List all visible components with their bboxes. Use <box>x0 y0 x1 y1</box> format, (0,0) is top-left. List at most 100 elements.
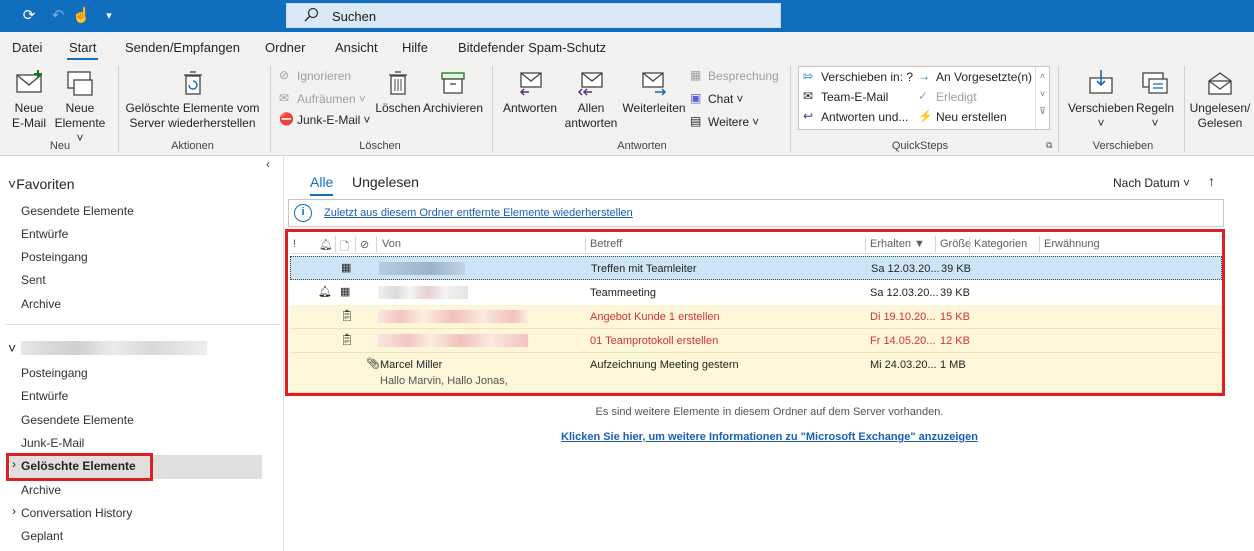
unread-read-button[interactable]: Ungelesen/ Gelesen <box>1188 68 1252 131</box>
separator <box>5 324 280 325</box>
archive-label: Archivieren <box>422 101 484 115</box>
more-label: Weitere <box>708 114 750 129</box>
sort-direction-icon[interactable]: ↑ <box>1208 173 1215 189</box>
reply-button[interactable]: Antworten <box>500 68 560 116</box>
chevron-down-icon[interactable]: ˅ <box>8 340 16 356</box>
separator <box>1184 66 1185 152</box>
scroll-down-icon[interactable]: ˅ <box>1036 89 1049 99</box>
filter-tab-unread[interactable]: Ungelesen <box>352 174 419 190</box>
chevron-down-icon: ˅ <box>752 114 760 129</box>
rules-label: Regeln <box>1135 101 1175 115</box>
reply-all-label-1: Allen <box>577 101 605 115</box>
fav-item-archive[interactable]: Archive <box>21 297 61 311</box>
quickstep-move-to-label: Verschieben in: ? <box>821 69 914 84</box>
calendar-icon: ▦ <box>690 68 702 82</box>
quickstep-reply-delete[interactable]: ↩ Antworten und... <box>803 109 908 124</box>
cleanup-button[interactable]: ✉ Aufräumen ˅ <box>279 91 366 106</box>
undo-icon[interactable]: ↶ <box>49 7 67 25</box>
favorites-header-label: Favoriten <box>16 176 75 192</box>
folder-pane: ‹ ˅Favoriten Gesendete Elemente Entwürfe… <box>0 157 284 551</box>
checkmark-icon: ✓ <box>918 89 929 103</box>
archive-button[interactable]: Archivieren <box>422 68 484 116</box>
separator <box>790 66 791 152</box>
tab-start[interactable]: Start <box>66 40 99 61</box>
junk-icon: ⛔ <box>279 112 294 126</box>
highlight-box-messages <box>285 229 1225 396</box>
fav-item-drafts[interactable]: Entwürfe <box>21 227 68 241</box>
sidebar-item-sent-items[interactable]: Gesendete Elemente <box>21 413 134 427</box>
chevron-down-icon: ˅ <box>736 91 744 106</box>
quicksteps-scrollbar[interactable]: ˄ ˅ ⊽ <box>1035 67 1049 129</box>
chevron-right-icon[interactable]: › <box>12 504 16 518</box>
collapse-pane-icon[interactable]: ‹ <box>266 157 270 171</box>
delete-button[interactable]: Löschen <box>374 68 422 116</box>
quickstep-team-email[interactable]: ✉ Team-E-Mail <box>803 89 888 104</box>
favorites-header[interactable]: ˅Favoriten <box>8 176 75 192</box>
tab-datei[interactable]: Datei <box>12 40 42 55</box>
fav-item-sent-items[interactable]: Gesendete Elemente <box>21 204 134 218</box>
quickstep-to-manager[interactable]: → An Vorgesetzte(n) <box>918 69 1032 84</box>
sidebar-item-conversation-history[interactable]: Conversation History <box>21 506 132 520</box>
quickstep-done[interactable]: ✓ Erledigt <box>918 89 977 104</box>
open-envelope-icon <box>1208 72 1232 95</box>
search-box[interactable]: Suchen <box>286 3 781 28</box>
chevron-down-icon: ˅ <box>76 131 84 145</box>
separator <box>270 66 271 152</box>
quickstep-create-new[interactable]: ⚡ Neu erstellen <box>918 109 1007 124</box>
recover-trash-icon <box>183 71 202 95</box>
group-label-aktionen: Aktionen <box>171 140 214 152</box>
new-items-button[interactable]: Neue Elemente ˅ <box>51 68 109 146</box>
quick-access-dropdown-icon[interactable]: ▾ <box>100 7 118 25</box>
reply-all-button[interactable]: Allen antworten <box>561 68 621 131</box>
chevron-down-icon: ˅ <box>358 91 366 106</box>
teams-chat-icon: ▣ <box>690 91 702 105</box>
scroll-up-icon[interactable]: ˄ <box>1036 71 1049 81</box>
tab-bitdefender[interactable]: Bitdefender Spam-Schutz <box>458 40 606 55</box>
new-email-button[interactable]: Neue E-Mail <box>8 68 50 131</box>
separator <box>492 66 493 152</box>
touch-mode-icon[interactable]: ☝ <box>72 7 91 25</box>
chevron-down-icon: ˅ <box>1097 116 1105 130</box>
tab-senden-empfangen[interactable]: Senden/Empfangen <box>125 40 240 55</box>
group-label-neu: Neu <box>49 140 71 152</box>
junk-button[interactable]: ⛔ Junk-E-Mail ˅ <box>279 112 370 127</box>
rules-button[interactable]: Regeln ˅ <box>1133 68 1177 131</box>
restore-label-2: Server wiederherstellen <box>129 116 256 130</box>
sync-icon[interactable]: ⟳ <box>20 7 38 25</box>
dialog-launcher-icon[interactable]: ⧉ <box>1046 140 1052 151</box>
trash-icon <box>389 71 407 95</box>
tab-ansicht[interactable]: Ansicht <box>335 40 378 55</box>
delete-label: Löschen <box>375 101 421 115</box>
move-button[interactable]: Verschieben ˅ <box>1066 68 1136 131</box>
move-icon <box>1089 70 1113 94</box>
sidebar-item-archive[interactable]: Archive <box>21 483 61 497</box>
quickstep-to-manager-label: An Vorgesetzte(n) <box>936 69 1033 84</box>
tab-hilfe[interactable]: Hilfe <box>402 40 428 55</box>
account-name-blurred[interactable] <box>21 341 207 355</box>
meeting-button[interactable]: ▦ Besprechung <box>690 68 779 83</box>
restore-deleted-button[interactable]: Gelöschte Elemente vom Server wiederhers… <box>125 68 260 131</box>
archive-icon <box>441 72 465 94</box>
sidebar-item-scheduled[interactable]: Geplant <box>21 529 63 543</box>
filter-tab-all[interactable]: Alle <box>310 174 334 196</box>
new-items-label-1: Neue <box>65 101 95 115</box>
sort-dropdown[interactable]: Nach Datum ˅ <box>1113 176 1190 190</box>
tab-ordner[interactable]: Ordner <box>265 40 305 55</box>
quickstep-move-to[interactable]: ⇰ Verschieben in: ? <box>803 69 913 84</box>
chat-button[interactable]: ▣ Chat ˅ <box>690 91 743 106</box>
fav-item-sent[interactable]: Sent <box>21 273 46 287</box>
recover-items-link[interactable]: Zuletzt aus diesem Ordner entfernte Elem… <box>324 207 633 219</box>
server-items-note: Es sind weitere Elemente in diesem Ordne… <box>595 406 944 418</box>
fav-item-inbox[interactable]: Posteingang <box>21 250 88 264</box>
forward-label: Weiterleiten <box>622 101 686 115</box>
ignore-button[interactable]: ⊘ Ignorieren <box>279 68 351 83</box>
sidebar-item-inbox[interactable]: Posteingang <box>21 366 88 380</box>
expand-gallery-icon[interactable]: ⊽ <box>1036 106 1049 117</box>
separator <box>118 66 119 152</box>
sidebar-item-drafts[interactable]: Entwürfe <box>21 389 68 403</box>
highlight-box-folder <box>6 453 153 481</box>
exchange-info-link[interactable]: Klicken Sie hier, um weitere Information… <box>561 431 978 443</box>
more-button[interactable]: ▤ Weitere ˅ <box>690 114 759 129</box>
sidebar-item-junk[interactable]: Junk-E-Mail <box>21 436 84 450</box>
forward-button[interactable]: Weiterleiten <box>622 68 686 116</box>
